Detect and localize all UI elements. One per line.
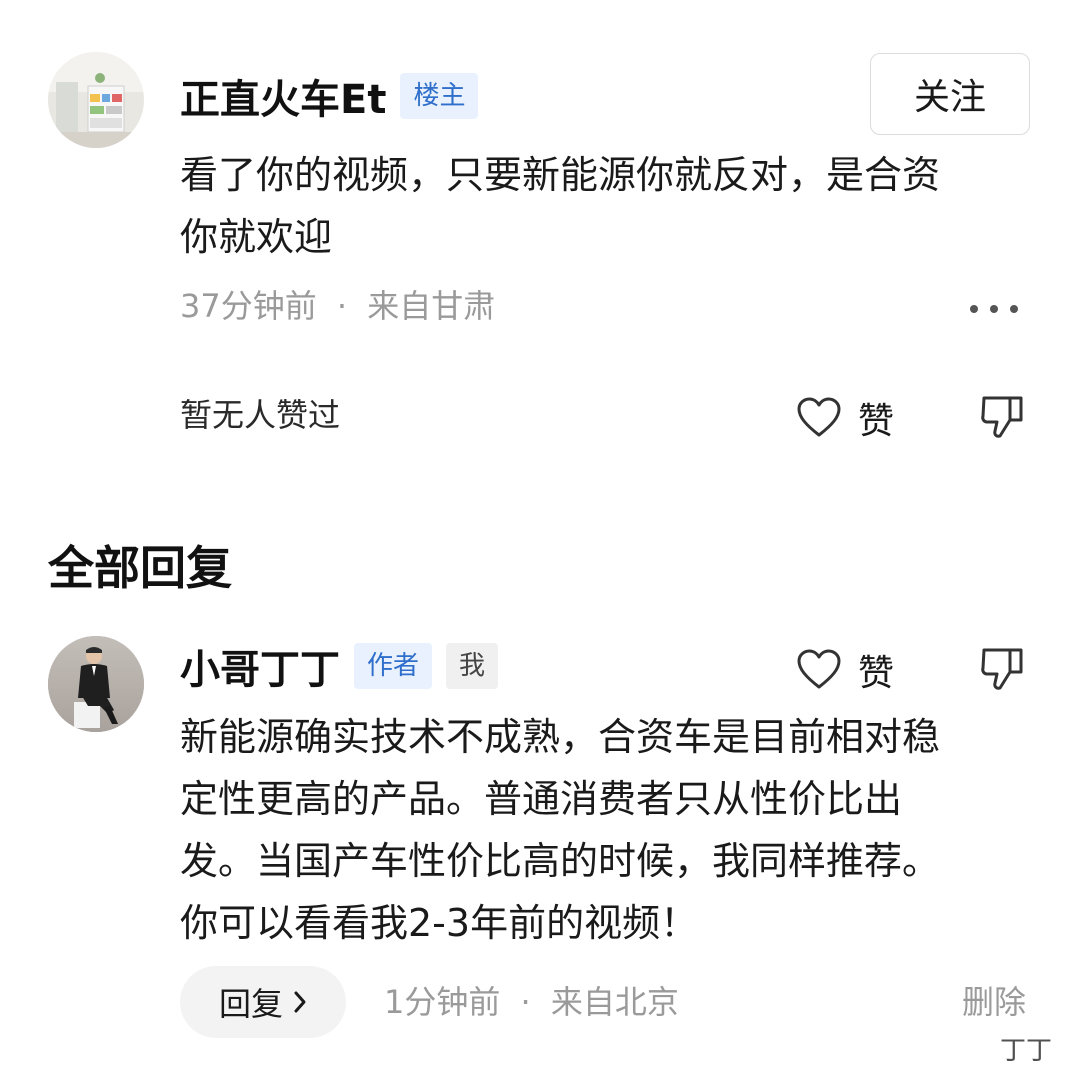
post-author-avatar[interactable] — [48, 52, 144, 148]
reply-dislike-button[interactable] — [980, 646, 1024, 692]
likes-status: 暂无人赞过 — [180, 396, 341, 434]
reply-like-label: 赞 — [858, 653, 895, 694]
follow-button[interactable]: 关注 — [870, 53, 1030, 135]
post-meta: 37分钟前 · 来自甘肃 — [180, 284, 495, 328]
reply-location: 来自北京 — [550, 983, 679, 1021]
post-like-label: 赞 — [858, 401, 895, 442]
reply-button-label: 回复 — [218, 985, 283, 1023]
author-badge: 作者 — [354, 643, 433, 689]
heart-outline-icon — [797, 649, 841, 689]
reply-like-button[interactable]: 赞 — [796, 644, 894, 696]
reply-author-name[interactable]: 小哥丁丁 — [180, 637, 340, 695]
post-author-line: 正直火车Et 楼主 — [180, 71, 479, 123]
post-dislike-button[interactable] — [980, 394, 1024, 440]
post-content-line: 看了你的视频，只要新能源你就反对，是合资 — [180, 153, 941, 197]
post-content-line: 你就欢迎 — [180, 215, 333, 259]
post-location: 来自甘肃 — [367, 287, 496, 325]
thumbs-down-icon — [981, 396, 1023, 438]
reply-time: 1分钟前 — [384, 983, 501, 1021]
post-like-button[interactable]: 赞 — [796, 392, 894, 444]
room-photo-avatar-image — [48, 52, 144, 148]
more-options-button[interactable] — [966, 296, 1022, 322]
reply-author-avatar[interactable] — [48, 636, 144, 732]
chevron-right-icon — [294, 991, 306, 1013]
delete-button[interactable]: 删除 — [962, 980, 1026, 1024]
reply-content-line: 你可以看看我2-3年前的视频！ — [180, 901, 699, 945]
heart-outline-icon — [797, 397, 841, 437]
meta-separator: · — [520, 983, 531, 1021]
me-badge: 我 — [446, 643, 499, 689]
reply-content: 新能源确实技术不成熟，合资车是目前相对稳 定性更高的产品。普通消费者只从性价比出… — [180, 706, 1050, 954]
reply-meta: 1分钟前 · 来自北京 — [384, 980, 679, 1024]
person-photo-avatar-image — [48, 636, 144, 732]
meta-separator: · — [336, 287, 348, 325]
more-dots-icon — [970, 305, 1018, 313]
post-time: 37分钟前 — [180, 287, 317, 325]
watermark: 丁丁 — [1000, 1036, 1053, 1066]
reply-content-line: 新能源确实技术不成熟，合资车是目前相对稳 — [180, 715, 941, 759]
reply-button[interactable]: 回复 — [180, 966, 346, 1038]
reply-content-line: 定性更高的产品。普通消费者只从性价比出 — [180, 777, 903, 821]
post-author-name[interactable]: 正直火车Et — [180, 67, 386, 125]
all-replies-heading: 全部回复 — [48, 541, 232, 595]
reply-author-line: 小哥丁丁 作者 我 — [180, 641, 499, 693]
thumbs-down-icon — [981, 648, 1023, 690]
op-badge: 楼主 — [400, 73, 479, 119]
post-content: 看了你的视频，只要新能源你就反对，是合资 你就欢迎 — [180, 144, 1040, 268]
reply-content-line: 发。当国产车性价比高的时候，我同样推荐。 — [180, 839, 941, 883]
